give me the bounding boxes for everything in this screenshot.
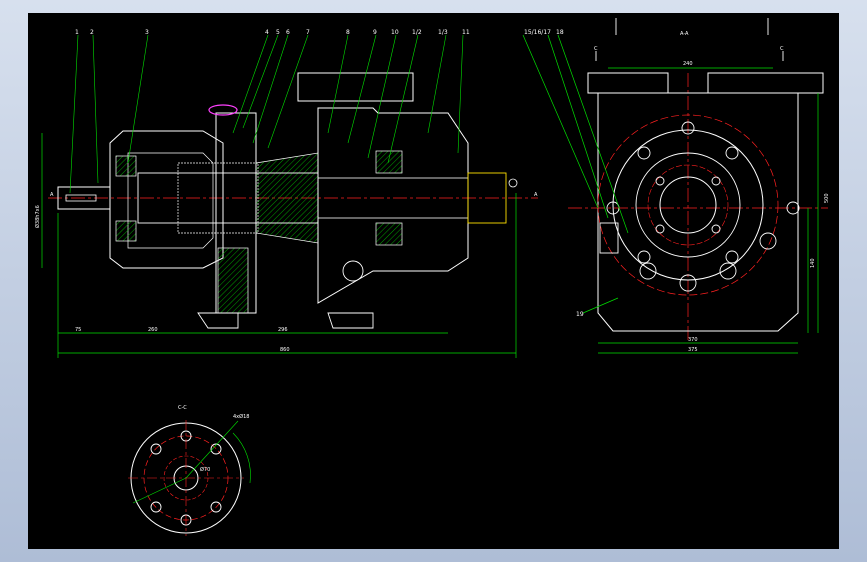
part-4: 4 bbox=[265, 29, 269, 36]
section-c-left: C bbox=[594, 46, 598, 52]
part-6: 6 bbox=[286, 29, 290, 36]
section-arrows bbox=[595, 18, 784, 61]
cad-drawing-canvas: 1 2 3 4 5 6 7 8 9 10 1/2 1/3 11 15/16/17… bbox=[28, 13, 839, 549]
left-housing-inner bbox=[127, 152, 214, 249]
dim-main-length: 860 bbox=[280, 347, 290, 353]
part-2: 2 bbox=[90, 29, 94, 36]
part-10: 10 bbox=[391, 29, 399, 36]
side-dimensions bbox=[522, 34, 819, 354]
part-11: 11 bbox=[462, 29, 470, 36]
dim-flange-2: Ø70 bbox=[200, 466, 210, 473]
dim-shaft-dia: Ø38h7x6 bbox=[34, 205, 41, 228]
part-number-labels: 1 2 3 4 5 6 7 8 9 10 1/2 1/3 11 15/16/17… bbox=[75, 29, 584, 318]
center-flange-hatch bbox=[217, 247, 249, 314]
side-top-plate-right bbox=[707, 72, 824, 94]
part-7: 7 bbox=[306, 29, 310, 36]
part-5: 5 bbox=[276, 29, 280, 36]
top-bracket bbox=[297, 72, 414, 102]
dim-side-width: 240 bbox=[683, 61, 693, 67]
flange-view bbox=[128, 420, 251, 536]
output-bolt bbox=[508, 178, 518, 188]
section-c-right: C bbox=[780, 46, 784, 52]
drain-plug bbox=[342, 260, 364, 282]
part-18: 18 bbox=[556, 29, 564, 36]
view-aa-title: A-A bbox=[680, 31, 689, 37]
dim-left-span: 75 bbox=[75, 327, 81, 333]
dim-flange-1: 4xØ18 bbox=[233, 413, 249, 420]
right-bearing-hatch-top bbox=[375, 150, 403, 174]
left-bearing-hatch-top bbox=[115, 155, 137, 177]
right-bearing-hatch-bot bbox=[375, 222, 403, 246]
part-19: 19 bbox=[576, 311, 584, 318]
left-bearing-hatch-bot bbox=[115, 220, 137, 242]
cone-hatch bbox=[255, 152, 319, 244]
dimension-labels: 860 75 260 296 Ø38h7x6 240 370 375 140 5… bbox=[34, 61, 830, 473]
dim-base-width-2: 375 bbox=[688, 347, 698, 353]
dim-mid-span-1: 260 bbox=[148, 327, 158, 333]
base-foot bbox=[197, 312, 374, 329]
flange-leaders bbox=[132, 420, 251, 504]
dim-base-width-1: 370 bbox=[688, 337, 698, 343]
part-3: 3 bbox=[145, 29, 149, 36]
side-body bbox=[597, 92, 799, 332]
dim-mid-span-2: 296 bbox=[278, 327, 288, 333]
left-housing bbox=[109, 130, 224, 269]
side-view bbox=[522, 18, 828, 354]
right-housing bbox=[317, 107, 469, 304]
part-13: 1/3 bbox=[438, 29, 448, 36]
part-1: 1 bbox=[75, 29, 79, 36]
dim-height-2: 500 bbox=[824, 193, 830, 203]
side-top-plate-left bbox=[587, 72, 669, 94]
dim-height-1: 140 bbox=[810, 258, 816, 268]
part-12: 1/2 bbox=[412, 29, 422, 36]
part-15-16-17: 15/16/17 bbox=[524, 29, 551, 36]
view-cc-title: C-C bbox=[178, 405, 187, 411]
part-8: 8 bbox=[346, 29, 350, 36]
engineering-drawing: 1 2 3 4 5 6 7 8 9 10 1/2 1/3 11 15/16/17… bbox=[34, 18, 830, 536]
section-a-right: A bbox=[534, 192, 538, 198]
main-section-view bbox=[41, 34, 538, 358]
section-labels: A A C C C-C A-A bbox=[50, 31, 784, 411]
section-a-left: A bbox=[50, 192, 54, 198]
window-frame: 1 2 3 4 5 6 7 8 9 10 1/2 1/3 11 15/16/17… bbox=[0, 0, 867, 562]
part-9: 9 bbox=[373, 29, 377, 36]
